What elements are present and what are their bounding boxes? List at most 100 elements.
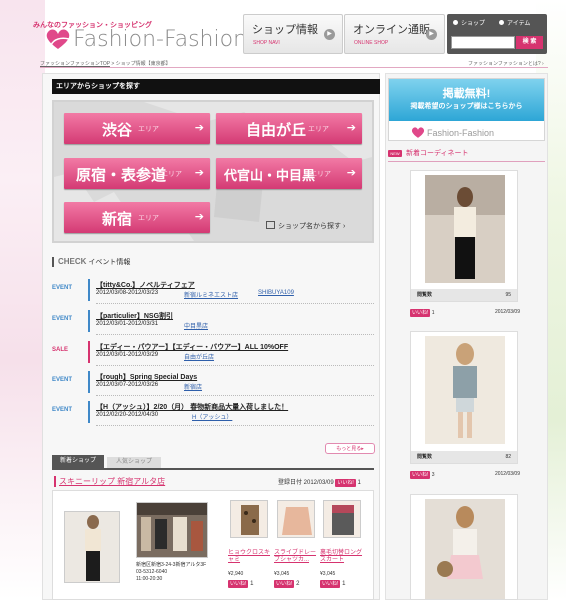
event-title-link[interactable]: 【エディー・パウアー】【エディー・バウアー】ALL 10%OFF [96,342,288,352]
tab-popular-shops[interactable]: 人気ショップ [107,457,161,468]
event-shop-link[interactable]: H（アッシュ） [192,412,232,421]
area-suffix: エリア [138,126,159,133]
event-shop-link[interactable]: 新宿店 [184,382,202,391]
coordinate-meta: いいね! 3 2012/03/09 [410,471,520,479]
event-title-link[interactable]: 【H（アッシュ）】2/20（月） 春物新商品大量入荷しました！ [96,402,288,412]
shop-tel: 03-5312-6040 [136,569,168,575]
event-dates: 2012/03/07-2012/03/26 [96,382,159,388]
area-button-daikanyama[interactable]: 代官山・中目黒 エリア ➔ [216,158,362,189]
like-button[interactable]: いいね! [274,580,295,588]
event-row: SALE 【エディー・パウアー】【エディー・バウアー】ALL 10%OFF 20… [52,340,374,366]
radio-shop[interactable]: ショップ [453,18,485,27]
item-name-link[interactable]: 裏毛切替ロングスカート [320,550,364,564]
coordinate-card[interactable] [410,494,518,600]
search-input[interactable] [451,36,515,49]
event-bar [88,341,90,363]
area-button-shinjuku[interactable]: 新宿 エリア ➔ [64,202,210,233]
event-row: EVENT 【particulier】NSG割引 2012/03/01-2012… [52,309,374,335]
arrow-right-icon: ➔ [194,122,204,134]
like-button[interactable]: いいね! [320,580,341,588]
event-type: EVENT [52,407,73,413]
nav-shop-info-title: ショップ情報 [252,24,318,36]
shop-model-photo[interactable] [64,511,120,583]
like-button[interactable]: いいね! [410,471,431,479]
breadcrumb: ファッションファッションTOP > ショップ情報【東京都】 [40,60,171,67]
event-bar [88,279,90,301]
arrow-right-icon: ➔ [194,167,204,179]
more-events-button[interactable]: もっと見る▸ [325,443,375,454]
area-button-shibuya[interactable]: 渋谷 エリア ➔ [64,113,210,144]
event-title-link[interactable]: 【particulier】NSG割引 [96,311,173,321]
like-button[interactable]: いいね! [335,479,356,487]
event-type: SALE [52,347,69,353]
about-link[interactable]: ファッションファッションとは? › [468,60,544,67]
search-button[interactable]: 検 索 [516,36,543,49]
views-count: 82 [505,454,511,460]
camisole-icon [241,505,259,535]
nav-online-sub: ONLINE SHOP [354,40,389,46]
banner-subline: 掲載希望のショップ様はこちらから [410,103,523,110]
coordinate-date: 2012/03/09 [494,471,520,477]
area-button-harajuku[interactable]: 原宿・表参道 エリア ➔ [64,158,210,189]
shop-store-photo[interactable] [136,502,208,558]
nav-online-shop[interactable]: オンライン通販 ONLINE SHOP ▶ [344,14,445,54]
event-title-link[interactable]: 【titty&Co.】ノベルティフェア [96,280,195,290]
arrow-right-icon: ▶ [324,29,335,40]
store-interior-icon [137,503,207,551]
like-count: 1 [431,310,435,316]
item-photo[interactable] [323,500,361,538]
area-name: 渋谷 [102,122,133,139]
listing-banner[interactable]: 掲載無料! 掲載希望のショップ様はこちらから Fashion-Fashion [388,78,545,141]
item-price: ¥2,940 [228,571,244,577]
coordinate-photo [425,175,505,283]
new-badge-icon: NEW [388,150,402,157]
area-name: 原宿・表参道 [76,167,167,184]
coordinate-photo [425,499,505,599]
event-shop-link[interactable]: 中目黒店 [184,321,208,330]
item-name-link[interactable]: スライブドレープシャツカ... [274,550,318,564]
item-photo[interactable] [277,500,315,538]
search-by-name-link[interactable]: ショップ名から探す › [266,221,345,231]
nav-shop-info-sub: SHOP NAVI [253,40,280,46]
area-suffix: エリア [310,171,331,178]
list-icon [266,221,275,229]
arrow-right-icon: ➔ [194,211,204,223]
event-dates: 2012/03/01-2012/03/31 [96,321,159,327]
views-bar: 閲覧数 82 [411,451,517,463]
tab-new-shops[interactable]: 新着ショップ [52,455,104,468]
coordinate-card[interactable]: 閲覧数 95 [410,170,518,302]
header-divider [40,67,548,68]
event-row: EVENT 【H（アッシュ）】2/20（月） 春物新商品大量入荷しました！ 20… [52,400,374,426]
like-count: 1 [250,581,254,587]
nav-shop-info[interactable]: ショップ情報 SHOP NAVI ▶ [243,14,343,54]
shop-name-link[interactable]: スキニーリップ 新宿アルタ店 [54,476,165,487]
event-shop-link[interactable]: SHIBUYA109 [258,290,294,296]
area-button-jiyugaoka[interactable]: 自由が丘 エリア ➔ [216,113,362,144]
heart-logo-icon[interactable] [45,27,71,51]
event-bar [88,310,90,332]
like-count: 3 [431,472,435,478]
item-likes: いいね! 2 [274,580,299,588]
event-title-link[interactable]: 【rough】Spring Special Days [96,372,197,382]
left-floral-background [0,0,45,600]
coordinate-card[interactable]: 閲覧数 82 [410,331,518,464]
banner-logo: Fashion-Fashion [427,128,495,138]
event-shop-link[interactable]: 自由が丘店 [184,352,214,361]
coordinate-meta: いいね! 1 2012/03/09 [410,309,520,317]
radio-item[interactable]: アイテム [499,18,530,27]
divider [96,334,374,335]
like-button[interactable]: いいね! [228,580,249,588]
event-section-title: イベント情報 [88,259,131,266]
divider [96,395,374,396]
event-shop-link[interactable]: 新宿ルミネエスト店 [184,290,238,299]
event-type: EVENT [52,285,73,291]
site-logo[interactable]: Fashion-Fashion [73,27,247,52]
item-photo[interactable] [230,500,268,538]
divider [388,161,545,162]
event-type: EVENT [52,377,73,383]
views-count: 95 [505,292,511,298]
shop-hours: 11:00-20:30 [136,576,163,582]
like-count: 2 [296,581,300,587]
item-name-link[interactable]: ヒョウクロスキャミ [228,550,272,564]
like-button[interactable]: いいね! [410,309,431,317]
